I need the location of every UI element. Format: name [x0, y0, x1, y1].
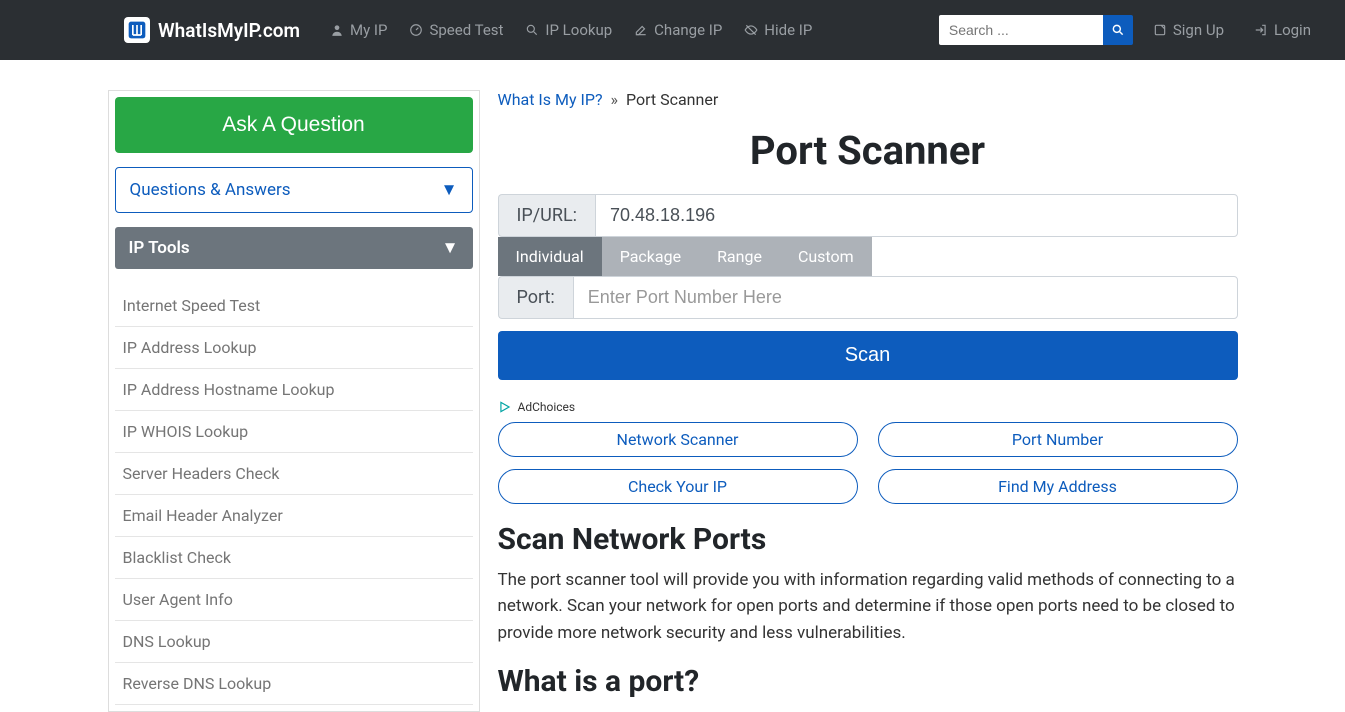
- login-link[interactable]: Login: [1244, 13, 1321, 47]
- nav-ip-lookup[interactable]: IP Lookup: [515, 13, 622, 47]
- search-wrap: [939, 15, 1133, 45]
- nav-speed-test[interactable]: Speed Test: [399, 13, 513, 47]
- user-icon: [330, 23, 344, 37]
- tool-item[interactable]: DNS Lookup: [115, 621, 473, 663]
- tool-item[interactable]: IP Address Hostname Lookup: [115, 369, 473, 411]
- search-input[interactable]: [939, 15, 1103, 45]
- nav-my-ip[interactable]: My IP: [320, 13, 397, 47]
- breadcrumb-sep: »: [610, 90, 618, 109]
- nav-links: My IP Speed Test IP Lookup Change IP Hid…: [320, 13, 822, 47]
- section1-title: Scan Network Ports: [498, 522, 1238, 557]
- tool-item[interactable]: IP Address Lookup: [115, 327, 473, 369]
- ip-input[interactable]: [595, 194, 1238, 237]
- brand-logo[interactable]: WhatIsMyIP.com: [124, 17, 300, 43]
- adchoices-icon: [498, 400, 512, 414]
- tools-label: IP Tools: [129, 238, 190, 258]
- page-title: Port Scanner: [498, 127, 1238, 174]
- pill-check-your-ip[interactable]: Check Your IP: [498, 469, 858, 504]
- tool-item[interactable]: Internet Speed Test: [115, 285, 473, 327]
- port-label: Port:: [498, 276, 573, 319]
- search-button[interactable]: [1103, 15, 1133, 45]
- scan-tabs: Individual Package Range Custom: [498, 237, 1238, 276]
- tool-item[interactable]: Blacklist Check: [115, 537, 473, 579]
- section2-title: What is a port?: [498, 664, 1238, 699]
- tool-item[interactable]: IP WHOIS Lookup: [115, 411, 473, 453]
- pill-find-my-address[interactable]: Find My Address: [878, 469, 1238, 504]
- signup-icon: [1153, 23, 1167, 37]
- tab-package[interactable]: Package: [602, 237, 699, 276]
- nav-change-ip[interactable]: Change IP: [624, 13, 732, 47]
- logo-icon: [124, 17, 150, 43]
- gauge-icon: [409, 23, 423, 37]
- qa-label: Questions & Answers: [130, 180, 291, 200]
- tab-range[interactable]: Range: [699, 237, 780, 276]
- signup-link[interactable]: Sign Up: [1143, 13, 1234, 47]
- main-content: What Is My IP? » Port Scanner Port Scann…: [498, 90, 1238, 712]
- topbar: WhatIsMyIP.com My IP Speed Test IP Looku…: [0, 0, 1345, 60]
- ip-tools-header[interactable]: IP Tools ▼: [115, 227, 473, 269]
- tool-item[interactable]: Email Header Analyzer: [115, 495, 473, 537]
- eye-slash-icon: [744, 23, 758, 37]
- caret-down-icon: ▼: [441, 180, 458, 200]
- login-icon: [1254, 23, 1268, 37]
- ip-label: IP/URL:: [498, 194, 596, 237]
- edit-icon: [634, 23, 648, 37]
- ask-question-button[interactable]: Ask A Question: [115, 97, 473, 153]
- port-input[interactable]: [573, 276, 1238, 319]
- pill-port-number[interactable]: Port Number: [878, 422, 1238, 457]
- tab-individual[interactable]: Individual: [498, 237, 602, 276]
- tab-custom[interactable]: Custom: [780, 237, 872, 276]
- search-icon: [1111, 23, 1125, 37]
- tool-item[interactable]: Reverse DNS Lookup: [115, 663, 473, 705]
- ad-links: Network Scanner Port Number Check Your I…: [498, 422, 1238, 504]
- pill-network-scanner[interactable]: Network Scanner: [498, 422, 858, 457]
- nav-hide-ip[interactable]: Hide IP: [734, 13, 822, 47]
- nav-right: Sign Up Login: [939, 13, 1321, 47]
- breadcrumb-root[interactable]: What Is My IP?: [498, 90, 603, 109]
- tools-list: Internet Speed Test IP Address Lookup IP…: [115, 285, 473, 705]
- qa-dropdown[interactable]: Questions & Answers ▼: [115, 167, 473, 213]
- section1-text: The port scanner tool will provide you w…: [498, 567, 1238, 646]
- tool-item[interactable]: User Agent Info: [115, 579, 473, 621]
- breadcrumb: What Is My IP? » Port Scanner: [498, 90, 1238, 109]
- tool-item[interactable]: Server Headers Check: [115, 453, 473, 495]
- ip-input-row: IP/URL:: [498, 194, 1238, 237]
- caret-down-icon: ▼: [442, 238, 459, 258]
- port-input-row: Port:: [498, 276, 1238, 319]
- breadcrumb-current: Port Scanner: [626, 90, 718, 109]
- scan-button[interactable]: Scan: [498, 331, 1238, 380]
- brand-text: WhatIsMyIP.com: [158, 19, 300, 42]
- search-icon: [525, 23, 539, 37]
- sidebar: Ask A Question Questions & Answers ▼ IP …: [108, 90, 480, 712]
- adchoices[interactable]: AdChoices: [498, 400, 1238, 414]
